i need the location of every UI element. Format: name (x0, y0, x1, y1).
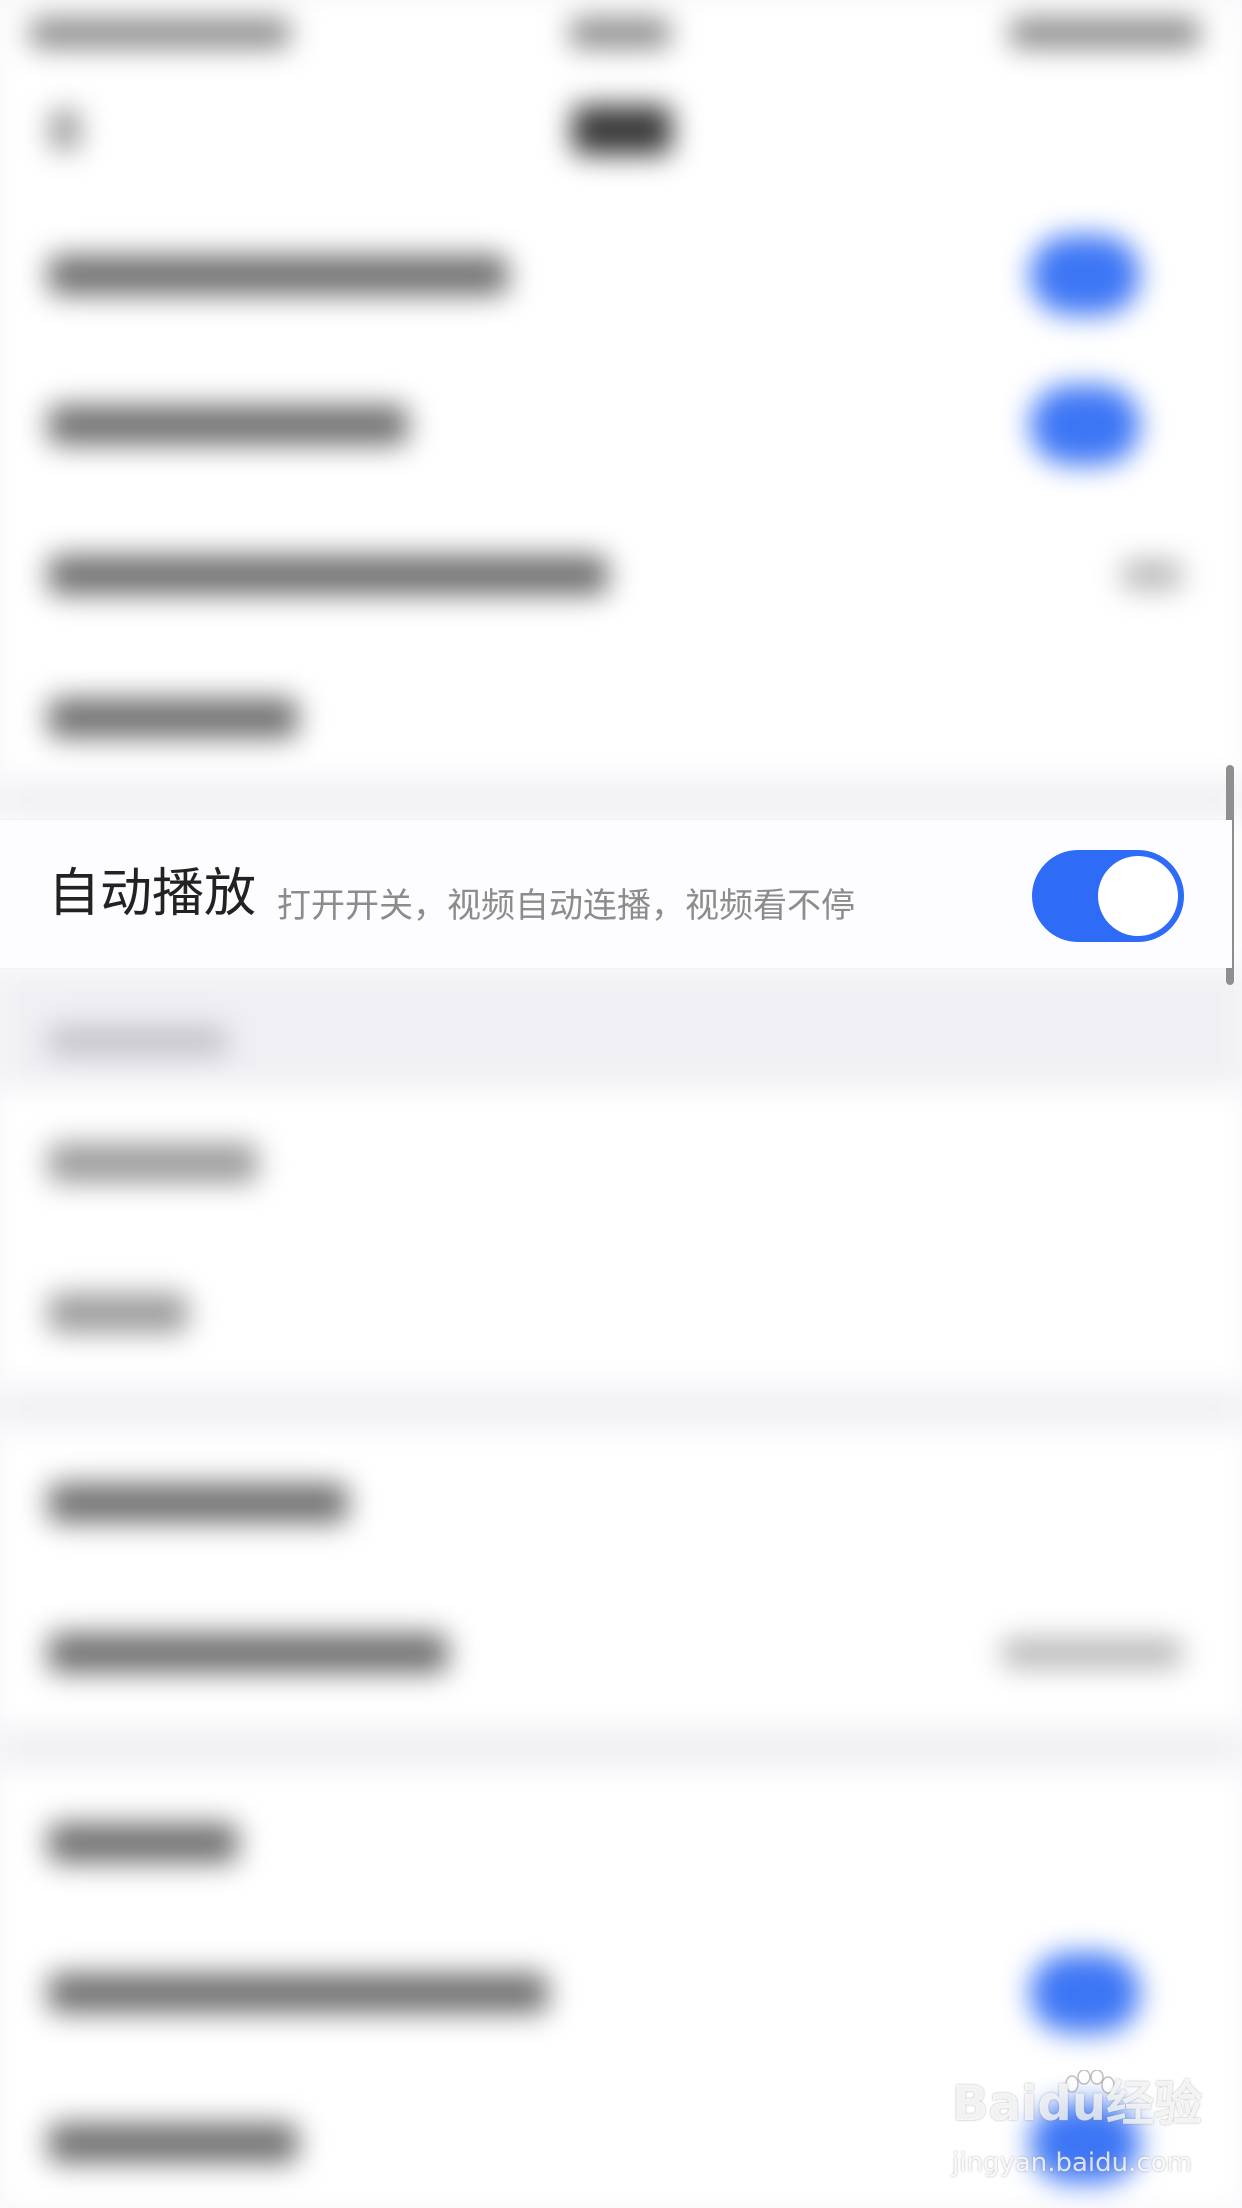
back-arrow-icon[interactable] (50, 110, 80, 150)
page-title (572, 105, 672, 155)
setting-label (48, 1293, 188, 1333)
setting-label (48, 1823, 238, 1863)
status-bar (0, 0, 1242, 70)
status-carrier (30, 18, 290, 48)
status-time (570, 18, 670, 48)
setting-label (48, 255, 508, 295)
nav-bar (0, 70, 1242, 200)
status-battery (1010, 18, 1200, 48)
settings-row[interactable] (0, 500, 1242, 650)
baidu-jingyan-watermark: Baidu经验 jingyan.baidu.com (950, 2070, 1202, 2190)
autoplay-description: 打开开关，视频自动连播，视频看不停 (277, 886, 855, 926)
section-gap (0, 1728, 1242, 1768)
watermark-logo-text: Baidu经验 (952, 2076, 1202, 2132)
setting-label (48, 1143, 258, 1183)
setting-label (48, 698, 298, 738)
setting-label (48, 2123, 298, 2163)
blurred-background (0, 0, 1242, 2208)
autoplay-setting-row[interactable]: 自动播放 打开开关，视频自动连播，视频看不停 (0, 820, 1232, 968)
setting-label (48, 1973, 548, 2013)
setting-label (48, 1483, 348, 1523)
setting-value (1002, 1638, 1182, 1668)
settings-screen: 自动播放 打开开关，视频自动连播，视频看不停 Baidu经验 jingyan.b… (0, 0, 1242, 2208)
setting-label (48, 405, 408, 445)
settings-row[interactable] (0, 1768, 1242, 1918)
settings-row[interactable] (0, 1088, 1242, 1238)
autoplay-title: 自动播放 (48, 864, 257, 924)
setting-toggle[interactable] (1030, 235, 1140, 315)
settings-row[interactable] (0, 200, 1242, 350)
setting-label (48, 1633, 448, 1673)
section-header-label (48, 1026, 228, 1056)
autoplay-toggle[interactable] (1032, 850, 1184, 942)
setting-toggle[interactable] (1030, 385, 1140, 465)
settings-row[interactable] (0, 1238, 1242, 1388)
settings-row[interactable] (0, 1428, 1242, 1578)
section-header (0, 968, 1242, 1088)
watermark-url: jingyan.baidu.com (952, 2148, 1192, 2178)
settings-row[interactable] (0, 1918, 1242, 2068)
setting-label (48, 555, 608, 595)
settings-row[interactable] (0, 650, 1242, 780)
section-gap (0, 1388, 1242, 1428)
section-gap (0, 780, 1242, 820)
setting-value (1122, 560, 1182, 590)
setting-toggle[interactable] (1030, 1953, 1140, 2033)
settings-row[interactable] (0, 350, 1242, 500)
toggle-knob (1098, 856, 1178, 936)
settings-row[interactable] (0, 1578, 1242, 1728)
